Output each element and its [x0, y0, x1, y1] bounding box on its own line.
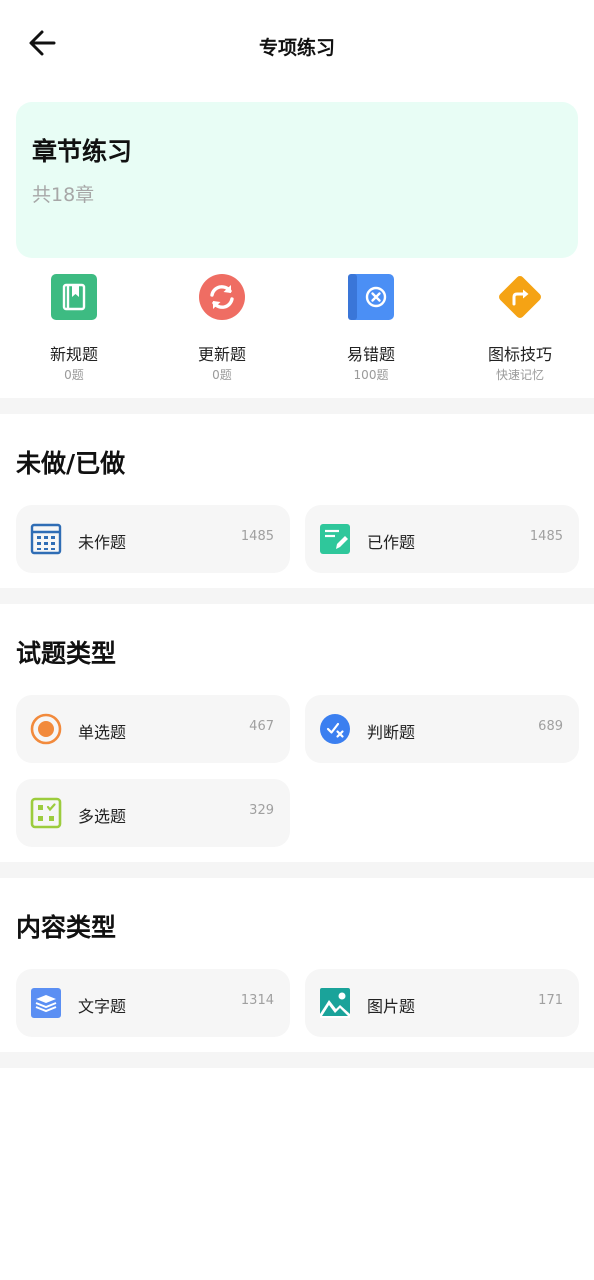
- tile-single-choice[interactable]: 单选题 467: [16, 695, 290, 763]
- tile-count: 171: [538, 993, 563, 1008]
- refresh-icon: [199, 274, 245, 320]
- section-divider: [0, 1052, 594, 1068]
- tile-done[interactable]: 已作题 1485: [305, 505, 579, 573]
- tile-picture-question[interactable]: 图片题 171: [305, 969, 579, 1037]
- section-divider: [0, 862, 594, 878]
- tile-label: 单选题: [78, 723, 127, 742]
- section-divider: [0, 398, 594, 414]
- bookmark-book-icon: [51, 274, 97, 320]
- section-title-content-type: 内容类型: [16, 913, 117, 942]
- tile-count: 1485: [240, 529, 274, 544]
- page-title: 专项练习: [258, 37, 335, 59]
- tile-count: 1314: [240, 993, 274, 1008]
- chapter-practice-card[interactable]: 章节练习 共18章: [16, 102, 578, 258]
- edit-note-icon: [320, 524, 350, 554]
- radio-icon: [30, 713, 62, 745]
- tile-count: 689: [538, 719, 563, 734]
- tile-count: 1485: [529, 529, 563, 544]
- quick-item-new-rules[interactable]: 新规题 0题: [0, 270, 148, 390]
- tile-true-false[interactable]: 判断题 689: [305, 695, 579, 763]
- section-title-progress: 未做/已做: [16, 449, 126, 478]
- tile-label: 已作题: [367, 533, 416, 552]
- quick-item-count: 0题: [212, 368, 232, 382]
- tile-label: 未作题: [78, 533, 127, 552]
- section-divider: [0, 588, 594, 604]
- picture-icon: [320, 988, 350, 1018]
- quick-item-sign-tips[interactable]: 图标技巧 快速记忆: [446, 270, 594, 390]
- quick-item-label: 更新题: [197, 345, 246, 364]
- tile-label: 多选题: [78, 807, 127, 826]
- grid-list-icon: [30, 523, 62, 555]
- tile-count: 467: [249, 719, 274, 734]
- header: 专项练习: [0, 0, 594, 90]
- text-book-icon: [31, 988, 61, 1018]
- tile-label: 判断题: [367, 723, 416, 742]
- tile-multiple-choice[interactable]: 多选题 329: [16, 779, 290, 847]
- section-title-question-type: 试题类型: [16, 639, 117, 668]
- quick-item-error-prone[interactable]: 易错题 100题: [297, 270, 445, 390]
- tile-label: 文字题: [78, 997, 127, 1016]
- quick-item-count: 0题: [64, 368, 84, 382]
- turn-sign-icon: [499, 276, 541, 318]
- quick-item-label: 易错题: [346, 345, 395, 364]
- quick-item-count: 100题: [353, 368, 389, 382]
- quick-item-label: 新规题: [49, 345, 98, 364]
- tile-undone[interactable]: 未作题 1485: [16, 505, 290, 573]
- tile-label: 图片题: [367, 997, 416, 1016]
- chapter-count: 共18章: [32, 184, 95, 206]
- quick-item-updated[interactable]: 更新题 0题: [148, 270, 296, 390]
- quick-item-subtitle: 快速记忆: [495, 368, 544, 382]
- checkbox-grid-icon: [30, 797, 62, 829]
- chapter-title: 章节练习: [32, 137, 133, 166]
- error-book-icon: [348, 274, 394, 320]
- tile-text-question[interactable]: 文字题 1314: [16, 969, 290, 1037]
- tile-count: 329: [249, 803, 274, 818]
- judge-icon: [320, 714, 350, 744]
- quick-item-label: 图标技巧: [487, 345, 552, 364]
